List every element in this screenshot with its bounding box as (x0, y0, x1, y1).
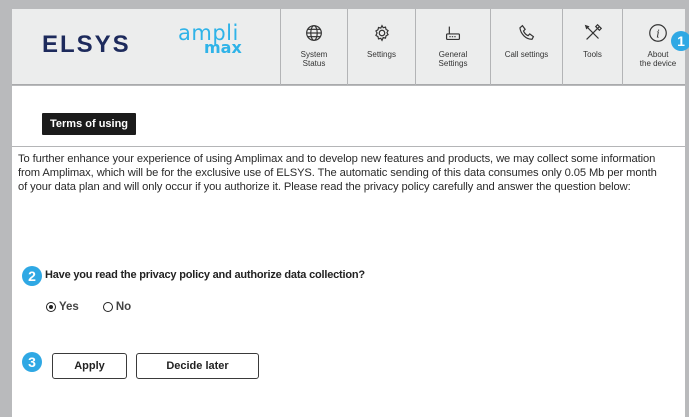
nav-label: General Settings (438, 50, 468, 69)
info-icon: i (649, 24, 667, 42)
nav-label: System Status (300, 50, 328, 69)
decide-later-button[interactable]: Decide later (136, 353, 259, 379)
gear-icon (374, 24, 389, 42)
divider (12, 146, 685, 147)
radio-yes[interactable]: Yes (46, 301, 79, 313)
elsys-logo: ELSYS (42, 31, 131, 58)
phone-icon (518, 24, 534, 40)
router-icon (445, 26, 461, 41)
consent-radio-group: Yes No (46, 301, 131, 313)
radio-selected-indicator[interactable] (46, 302, 56, 312)
nav-label: Call settings (504, 50, 549, 59)
nav-label: Settings (367, 50, 396, 59)
main-nav: System Status Settings General Settings … (280, 9, 689, 85)
terms-text: To further enhance your experience of us… (18, 153, 657, 194)
page-frame: ELSYS ampli max System Status Settings G… (4, 0, 689, 417)
nav-settings[interactable]: Settings (347, 9, 415, 85)
step-badge-2: 2 (22, 266, 42, 286)
tools-icon (584, 23, 602, 40)
amplimax-logo: ampli max (178, 23, 242, 56)
apply-button[interactable]: Apply (52, 353, 127, 379)
nav-label: About the device (639, 50, 677, 69)
nav-tools[interactable]: Tools (562, 9, 622, 85)
privacy-question: Have you read the privacy policy and aut… (45, 269, 365, 281)
radio-indicator[interactable] (102, 302, 113, 312)
terms-panel: Terms of using To further enhance your e… (12, 86, 685, 417)
step-badge-1: 1 (671, 31, 689, 51)
product-name-part2: max (204, 38, 242, 57)
terms-title: Terms of using (42, 113, 137, 135)
nav-label: Tools (583, 50, 602, 59)
globe-icon (306, 25, 322, 41)
header-bar: ELSYS ampli max System Status Settings G… (12, 9, 685, 85)
radio-no[interactable]: No (102, 301, 131, 313)
nav-general-settings[interactable]: General Settings (415, 9, 490, 85)
nav-system-status[interactable]: System Status (280, 9, 347, 85)
nav-call-settings[interactable]: Call settings (490, 9, 562, 85)
svg-text:i: i (656, 28, 660, 41)
step-badge-3: 3 (22, 352, 42, 372)
